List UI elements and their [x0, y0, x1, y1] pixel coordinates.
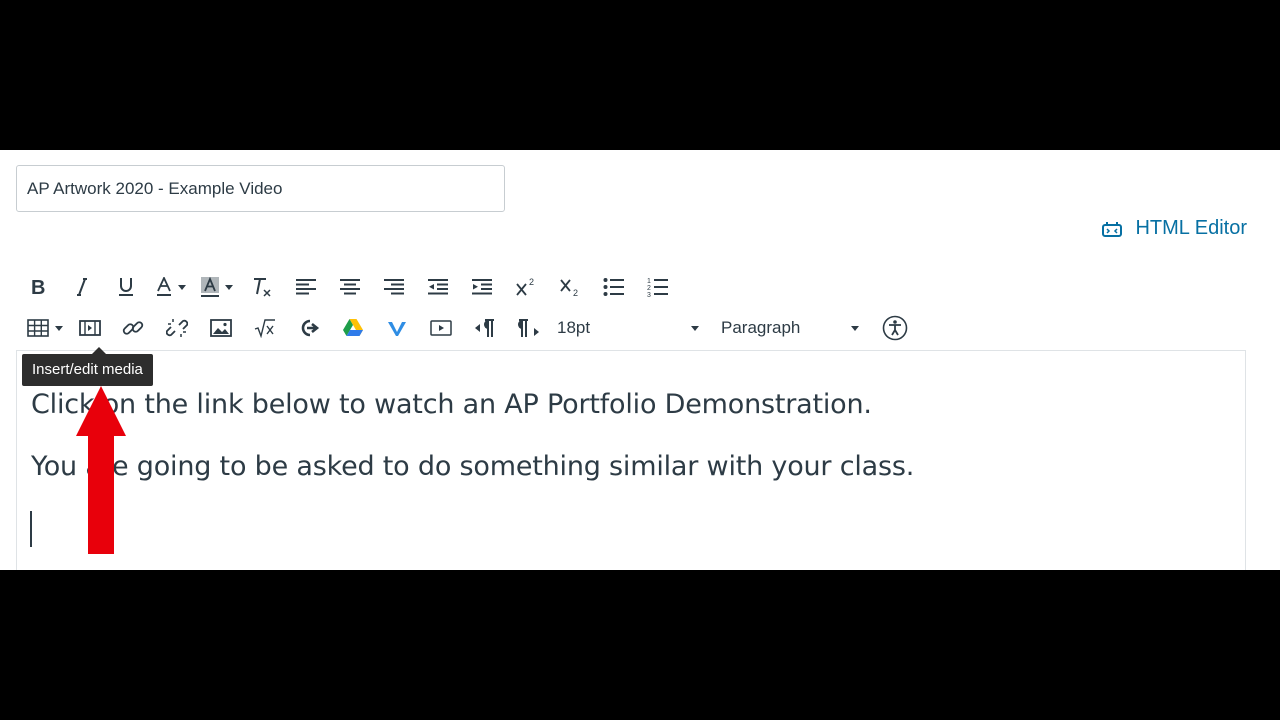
svg-text:B: B	[31, 278, 45, 296]
block-format-select[interactable]: Paragraph	[721, 318, 859, 338]
external-tools-button[interactable]	[287, 311, 331, 345]
media-icon	[79, 319, 101, 337]
html-editor-link[interactable]: HTML Editor	[1101, 217, 1247, 240]
table-button[interactable]	[22, 311, 68, 345]
red-arrow-icon	[76, 386, 126, 559]
image-button[interactable]	[199, 311, 243, 345]
text-color-icon	[156, 277, 172, 297]
indent-icon	[471, 278, 493, 296]
svg-text:2: 2	[529, 277, 534, 287]
align-right-button[interactable]	[372, 270, 416, 304]
align-right-icon	[383, 278, 405, 296]
indent-button[interactable]	[460, 270, 504, 304]
underline-button[interactable]	[104, 270, 148, 304]
background-color-button[interactable]	[194, 270, 240, 304]
text-color-button[interactable]	[148, 270, 194, 304]
link-icon	[122, 317, 144, 339]
superscript-icon: 2	[515, 277, 537, 297]
rtl-button[interactable]	[507, 311, 551, 345]
align-center-icon	[339, 278, 361, 296]
chevron-down-icon	[178, 284, 186, 290]
chevron-down-icon	[225, 284, 233, 290]
chevron-down-icon	[55, 325, 63, 331]
accessibility-checker-button[interactable]	[873, 311, 917, 345]
align-center-button[interactable]	[328, 270, 372, 304]
clear-formatting-button[interactable]	[240, 270, 284, 304]
clear-formatting-icon	[252, 277, 272, 297]
content-paragraph-1: Click on the link below to watch an AP P…	[31, 389, 872, 420]
outdent-icon	[427, 278, 449, 296]
table-icon	[27, 319, 49, 337]
square-root-icon	[254, 318, 276, 338]
text-cursor	[30, 511, 32, 547]
image-icon	[210, 319, 232, 337]
tooltip-arrow	[92, 347, 106, 354]
subscript-icon: 2	[559, 277, 581, 297]
bold-icon: B	[30, 278, 46, 296]
bullet-list-icon	[603, 277, 625, 297]
bullet-list-button[interactable]	[592, 270, 636, 304]
link-button[interactable]	[111, 311, 155, 345]
align-left-icon	[295, 278, 317, 296]
rich-content-area[interactable]: Click on the link below to watch an AP P…	[16, 350, 1246, 570]
paragraph-rtl-icon	[518, 318, 540, 338]
unlink-button[interactable]	[155, 311, 199, 345]
italic-icon	[75, 278, 89, 296]
html-editor-icon	[1101, 220, 1123, 238]
font-size-select[interactable]: 18pt	[557, 318, 699, 338]
vimeo-button[interactable]	[375, 311, 419, 345]
background-color-icon	[201, 277, 219, 297]
ltr-button[interactable]	[463, 311, 507, 345]
block-format-value: Paragraph	[721, 318, 801, 337]
title-input[interactable]	[16, 165, 505, 212]
media-embed-button[interactable]	[419, 311, 463, 345]
italic-button[interactable]	[60, 270, 104, 304]
insert-edit-media-button[interactable]	[75, 311, 105, 345]
google-drive-button[interactable]	[331, 311, 375, 345]
numbered-list-button[interactable]: 123	[636, 270, 680, 304]
html-editor-label: HTML Editor	[1135, 217, 1247, 239]
video-embed-icon	[430, 319, 452, 337]
svg-text:2: 2	[573, 288, 578, 297]
tooltip: Insert/edit media	[22, 354, 153, 386]
unlink-icon	[166, 317, 188, 339]
svg-text:3: 3	[647, 292, 651, 297]
accessibility-icon	[882, 315, 908, 341]
google-drive-icon	[342, 318, 364, 338]
outdent-button[interactable]	[416, 270, 460, 304]
svg-text:1: 1	[647, 278, 651, 285]
vimeo-icon	[387, 319, 407, 337]
font-size-value: 18pt	[557, 318, 591, 337]
chevron-down-icon	[691, 325, 699, 331]
underline-icon	[118, 277, 134, 297]
toolbar-row-formatting: B 2 2 1 2 3	[22, 270, 680, 304]
editor-panel: HTML Editor B	[0, 150, 1280, 570]
superscript-button[interactable]: 2	[504, 270, 548, 304]
numbered-list-icon: 123	[647, 277, 669, 297]
chevron-down-icon	[851, 325, 859, 331]
content-paragraph-2: You are going to be asked to do somethin…	[31, 451, 915, 482]
subscript-button[interactable]: 2	[548, 270, 592, 304]
svg-text:2: 2	[647, 285, 651, 292]
paragraph-ltr-icon	[474, 318, 496, 338]
toolbar-row-insert: 18pt Paragraph	[22, 311, 917, 345]
external-tools-icon	[298, 318, 320, 338]
equation-button[interactable]	[243, 311, 287, 345]
align-left-button[interactable]	[284, 270, 328, 304]
bold-button[interactable]: B	[22, 270, 54, 304]
